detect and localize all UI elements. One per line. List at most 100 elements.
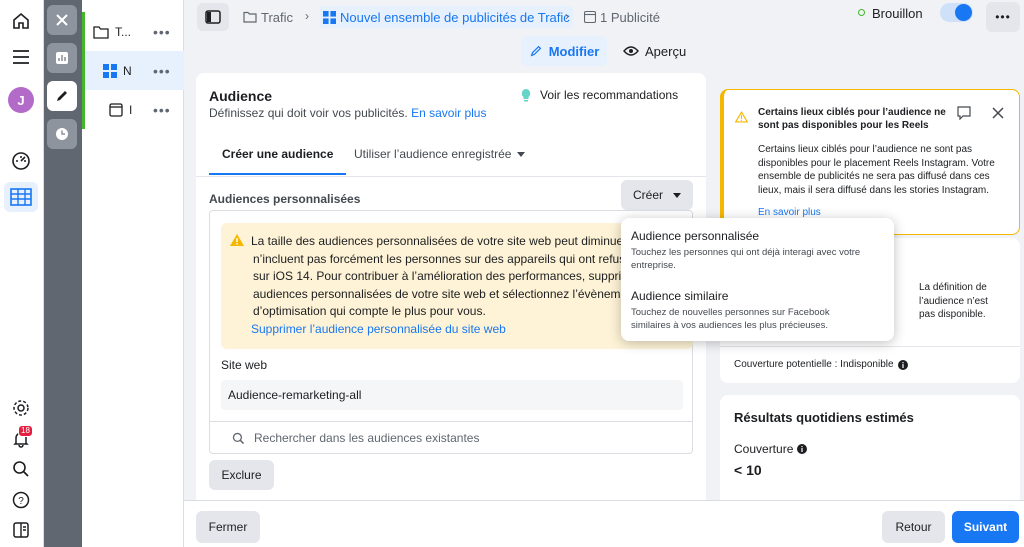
campaign-tree: T... ••• N ••• I •••	[82, 0, 184, 547]
section-subtitle-text: Définissez qui doit voir vos publicités.	[209, 106, 408, 120]
dropdown-item-title: Audience similaire	[631, 289, 729, 303]
tab-saved-label: Utiliser l’audience enregistrée	[354, 147, 512, 161]
status-toggle[interactable]	[940, 3, 973, 22]
edit-mode-button[interactable]	[47, 81, 77, 111]
status-label: Brouillon	[872, 6, 923, 21]
breadcrumb-campaign[interactable]: Trafic	[243, 6, 293, 28]
create-audience-button[interactable]: Créer	[621, 180, 693, 210]
exclude-button-label: Exclure	[221, 468, 262, 482]
close-button[interactable]: Fermer	[196, 511, 260, 543]
more-options-button[interactable]: •••	[986, 2, 1020, 32]
search-audiences-input[interactable]: Rechercher dans les audiences existantes	[210, 422, 692, 454]
dropdown-item-desc: Touchez les personnes qui ont déjà inter…	[631, 246, 884, 272]
close-button-label: Fermer	[208, 520, 248, 534]
close-icon	[56, 14, 68, 26]
lightbulb-icon	[521, 89, 531, 102]
report-icon[interactable]	[8, 517, 34, 543]
tab-create-audience[interactable]: Créer une audience	[209, 141, 347, 175]
folder-icon	[243, 11, 257, 23]
breadcrumb-campaign-label: Trafic	[261, 9, 294, 25]
caret-down-icon	[517, 151, 526, 157]
help-icon[interactable]: ?	[8, 487, 34, 513]
home-icon[interactable]	[8, 8, 34, 34]
breadcrumb-adset-label: Nouvel ensemble de publicités de Trafic	[340, 9, 570, 25]
next-button-label: Suivant	[963, 520, 1008, 534]
tree-adset-label: N	[123, 63, 132, 78]
warning-line: audiences personnalisées de votre site w…	[253, 286, 621, 301]
notice-title: Certains lieux ciblés pour l’audience ne…	[758, 106, 946, 132]
potential-coverage-label: Couverture potentielle : Indisponible	[734, 359, 894, 370]
coverage-value: < 10	[734, 462, 762, 478]
learn-more-link[interactable]: En savoir plus	[411, 106, 486, 120]
tree-ad-label: I	[129, 102, 133, 117]
avatar-initial: J	[8, 87, 34, 113]
ad-icon	[584, 11, 596, 23]
warning-line: sur iOS 14. Pour contribuer à l’améliora…	[253, 269, 632, 283]
info-icon	[897, 359, 908, 370]
notice-body-line: lieux, mais il sera diffusé dans les sto…	[758, 184, 990, 196]
tree-item-ad[interactable]: I •••	[82, 90, 184, 129]
next-button[interactable]: Suivant	[952, 511, 1019, 543]
dropdown-item-title: Audience personnalisée	[631, 229, 760, 243]
definition-line: l’audience n’est	[919, 295, 988, 307]
tree-campaign-label: T...	[115, 24, 131, 39]
toggle-sidebar-button[interactable]	[197, 3, 229, 31]
notice-body-line: disponibles pour le placement Reels Inst…	[758, 157, 995, 169]
search-icon[interactable]	[8, 456, 34, 482]
breadcrumb-adset[interactable]: Nouvel ensemble de publicités de Trafic	[320, 6, 573, 28]
status-dot-icon	[858, 9, 865, 16]
dashboard-icon[interactable]	[8, 148, 34, 174]
dropdown-item-custom-audience[interactable]: Audience personnalisée Touchez les perso…	[621, 224, 894, 280]
notification-badge: 18	[18, 425, 33, 437]
edit-tab[interactable]: Modifier	[521, 36, 607, 66]
info-icon	[797, 444, 808, 454]
tab-saved-audience[interactable]: Utiliser l’audience enregistrée	[354, 147, 526, 161]
grid-icon	[103, 63, 117, 78]
definition-line: pas disponible.	[919, 309, 986, 320]
dropdown-item-lookalike-audience[interactable]: Audience similaire Touchez de nouvelles …	[621, 284, 894, 338]
more-options-icon[interactable]: •••	[153, 24, 171, 40]
warning-line: La taille des audiences personnalisées d…	[251, 234, 628, 248]
search-icon	[232, 432, 245, 444]
history-button[interactable]	[47, 119, 77, 149]
clock-icon	[56, 128, 68, 140]
avatar[interactable]: J	[8, 87, 34, 113]
pencil-icon	[530, 45, 541, 57]
chevron-right-icon: ›	[305, 9, 309, 23]
notice-title-line: sont pas disponibles pour les Reels	[758, 120, 929, 131]
definition-line: La définition de	[919, 282, 987, 293]
recommendations-link[interactable]: Voir les recommandations	[520, 88, 678, 102]
remove-custom-audience-link[interactable]: Supprimer l’audience personnalisée du si…	[251, 321, 632, 339]
coverage-row: Couverture	[734, 442, 808, 456]
notice-body-line: Certains lieux ciblés pour l’audience ne…	[758, 144, 973, 155]
warning-line: n’incluent pas forcément les personnes s…	[253, 251, 632, 266]
footer-bar: Fermer Retour Suivant	[184, 500, 1024, 547]
tree-item-adset[interactable]: N •••	[82, 51, 184, 90]
back-button[interactable]: Retour	[882, 511, 945, 543]
dropdown-desc-line: entreprise.	[631, 260, 676, 271]
settings-icon[interactable]	[8, 395, 34, 421]
editor-toolbar	[44, 0, 82, 547]
charts-button[interactable]	[47, 43, 77, 73]
website-audience-value: Audience-remarketing-all	[228, 388, 362, 402]
website-audience-field[interactable]: Audience-remarketing-all	[221, 380, 683, 410]
dropdown-desc-line: Touchez de nouvelles personnes sur Faceb…	[631, 307, 830, 318]
more-options-icon[interactable]: •••	[153, 102, 171, 118]
bar-chart-icon	[56, 52, 68, 64]
notice-title-line: Certains lieux ciblés pour l’audience ne	[758, 107, 946, 118]
chevron-right-icon: ›	[565, 9, 569, 23]
notice-body-line: ensemble de publicités ne sera pas diffu…	[758, 171, 990, 182]
tree-item-campaign[interactable]: T... •••	[82, 12, 184, 51]
close-editor-button[interactable]	[47, 5, 77, 35]
notice-body: Certains lieux ciblés pour l’audience ne…	[758, 143, 995, 197]
feedback-icon	[957, 106, 971, 120]
menu-icon[interactable]	[8, 44, 34, 70]
preview-tab[interactable]: Aperçu	[623, 36, 686, 66]
notice-learn-more-link[interactable]: En savoir plus	[758, 207, 821, 218]
create-audience-dropdown: Audience personnalisée Touchez les perso…	[621, 218, 894, 341]
breadcrumb-ads[interactable]: 1 Publicité	[584, 6, 660, 28]
more-options-icon[interactable]: •••	[153, 63, 171, 79]
ads-manager-table-icon[interactable]	[4, 182, 38, 212]
exclude-button[interactable]: Exclure	[209, 460, 274, 490]
warning-line: d’optimisation qui compte le plus pour v…	[253, 304, 486, 318]
